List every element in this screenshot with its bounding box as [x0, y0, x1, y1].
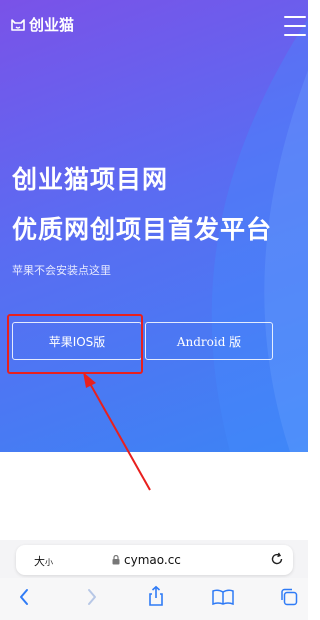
bookmarks-icon[interactable]	[212, 589, 234, 605]
lock-icon	[112, 555, 120, 565]
text-size-button[interactable]: 大小	[34, 553, 53, 569]
browser-toolbar	[0, 578, 308, 620]
url-text: cymao.cc	[124, 553, 181, 567]
url-display[interactable]: cymao.cc	[112, 553, 181, 567]
red-arrow-annotation	[83, 372, 151, 491]
tabs-icon[interactable]	[280, 588, 298, 606]
address-bar[interactable]: 大小 cymao.cc	[16, 545, 293, 575]
share-icon[interactable]	[147, 585, 165, 607]
back-icon[interactable]	[18, 588, 30, 606]
forward-icon[interactable]	[86, 588, 98, 606]
reload-icon[interactable]	[269, 551, 285, 567]
